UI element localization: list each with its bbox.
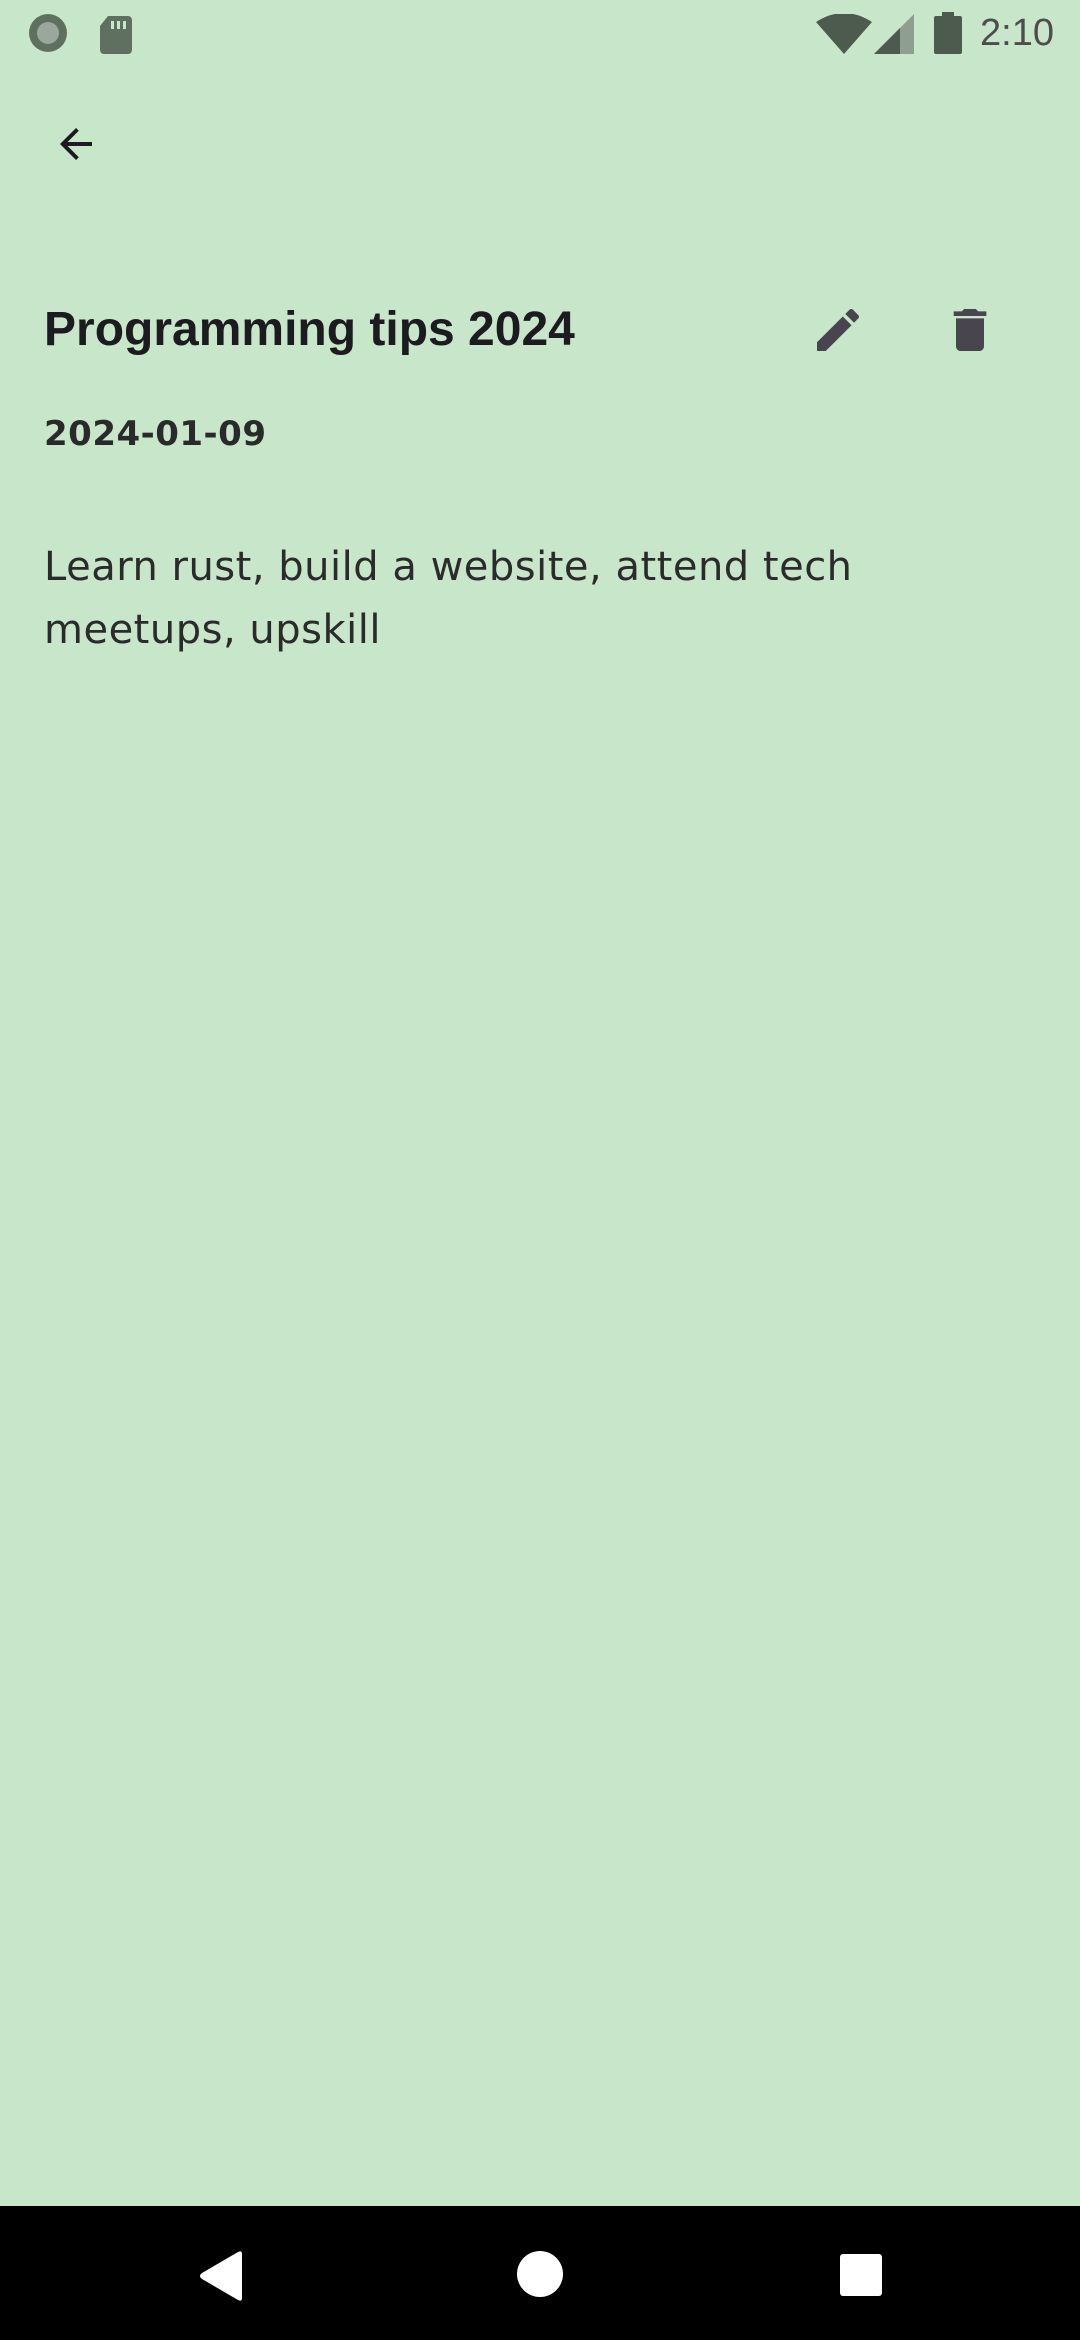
trash-icon: [953, 309, 987, 351]
notification-circle-icon: [29, 14, 67, 52]
battery-icon: [934, 12, 962, 54]
note-body: Learn rust, build a website, attend tech…: [44, 544, 853, 653]
sd-card-icon: [100, 16, 132, 54]
nav-back-icon[interactable]: [196, 2250, 246, 2302]
wifi-icon: [816, 14, 872, 54]
status-bar: 2:10: [0, 0, 1080, 66]
nav-recents-icon[interactable]: [840, 2254, 882, 2296]
delete-button[interactable]: [930, 290, 1010, 370]
back-button[interactable]: [34, 102, 118, 186]
system-nav-bar: [0, 2206, 1080, 2340]
note-title: Programming tips 2024: [44, 303, 575, 356]
edit-button[interactable]: [798, 290, 878, 370]
status-time: 2:10: [980, 12, 1054, 54]
cell-signal-icon: [874, 14, 914, 54]
arrow-back-icon: [60, 128, 92, 160]
nav-home-icon[interactable]: [516, 2250, 564, 2298]
note-date: 2024-01-09: [44, 414, 267, 454]
pencil-icon: [817, 308, 860, 351]
